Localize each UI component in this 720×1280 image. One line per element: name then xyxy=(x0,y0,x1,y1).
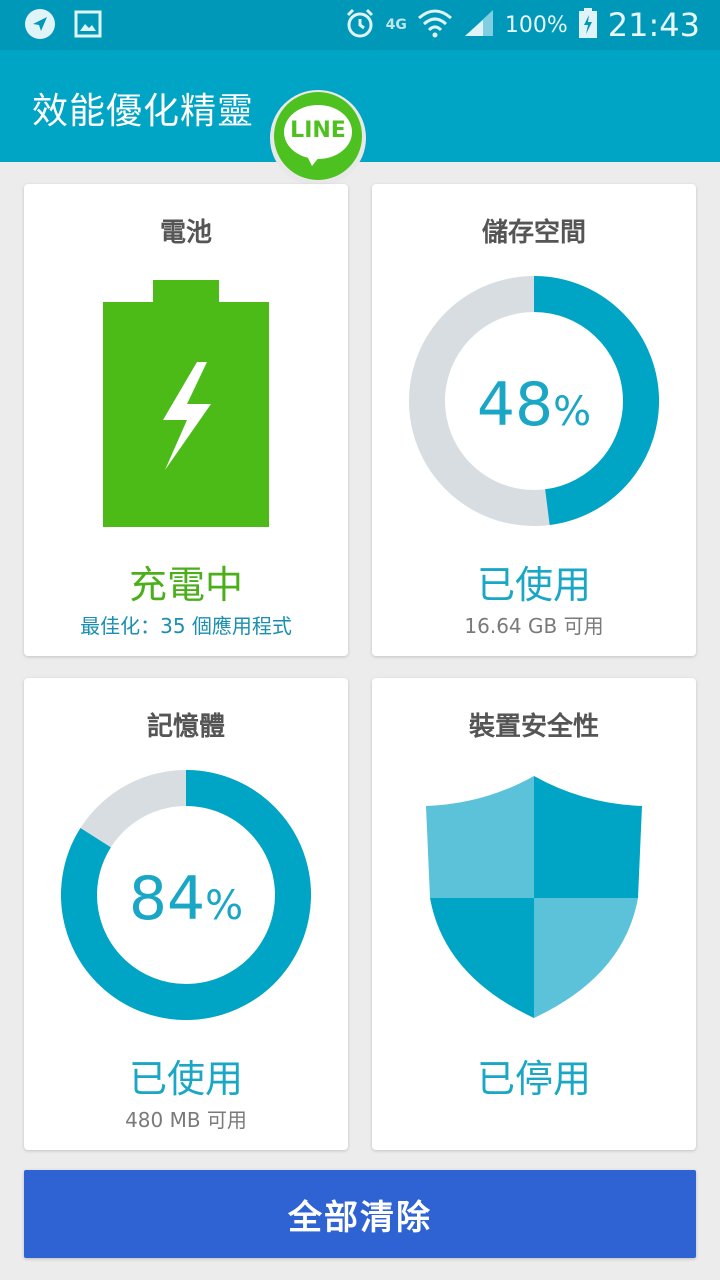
storage-card-title: 儲存空間 xyxy=(481,218,586,248)
battery-card[interactable]: 電池 充電中 最佳化：35 個應用程式 xyxy=(24,184,348,656)
clear-all-label: 全部清除 xyxy=(288,1197,432,1238)
navigation-icon xyxy=(24,8,56,44)
line-badge-label: LINE xyxy=(290,118,346,143)
security-card-title: 裝置安全性 xyxy=(468,712,599,742)
security-status: 已停用 xyxy=(476,1057,591,1101)
line-app-badge[interactable]: LINE xyxy=(268,88,368,188)
storage-percent-sign: % xyxy=(553,389,592,435)
signal-icon xyxy=(463,8,495,42)
battery-card-title: 電池 xyxy=(159,218,212,248)
battery-icon xyxy=(103,280,269,531)
battery-charging-icon xyxy=(578,7,598,43)
battery-optimize-info: 最佳化：35 個應用程式 xyxy=(80,614,292,638)
alarm-icon xyxy=(344,7,376,43)
memory-percent-value: 84 xyxy=(128,864,206,934)
gallery-icon xyxy=(74,10,102,42)
memory-percent-sign: % xyxy=(205,883,244,929)
battery-status: 充電中 xyxy=(128,563,243,607)
storage-available: 16.64 GB 可用 xyxy=(464,614,604,638)
memory-card[interactable]: 記憶體 84% 已使用 480 MB 可用 xyxy=(24,678,348,1150)
storage-status: 已使用 xyxy=(476,563,591,607)
storage-card[interactable]: 儲存空間 48% 已使用 16.64 GB 可用 xyxy=(372,184,696,656)
network-type: 4G xyxy=(385,17,407,33)
app-title: 效能優化精靈 xyxy=(32,91,255,132)
clock-time: 21:43 xyxy=(607,6,700,44)
storage-percent-value: 48 xyxy=(476,370,554,440)
battery-percent: 100% xyxy=(504,12,568,38)
wifi-icon xyxy=(417,8,453,42)
memory-status: 已使用 xyxy=(128,1057,243,1101)
shield-icon xyxy=(424,776,644,1024)
clear-all-button[interactable]: 全部清除 xyxy=(24,1170,696,1258)
memory-percent: 84% xyxy=(24,864,348,934)
storage-percent: 48% xyxy=(372,370,696,440)
memory-card-title: 記憶體 xyxy=(146,712,225,742)
status-bar: 4G 100% 21:43 xyxy=(0,0,720,50)
security-card[interactable]: 裝置安全性 已停用 xyxy=(372,678,696,1150)
memory-available: 480 MB 可用 xyxy=(125,1108,247,1132)
